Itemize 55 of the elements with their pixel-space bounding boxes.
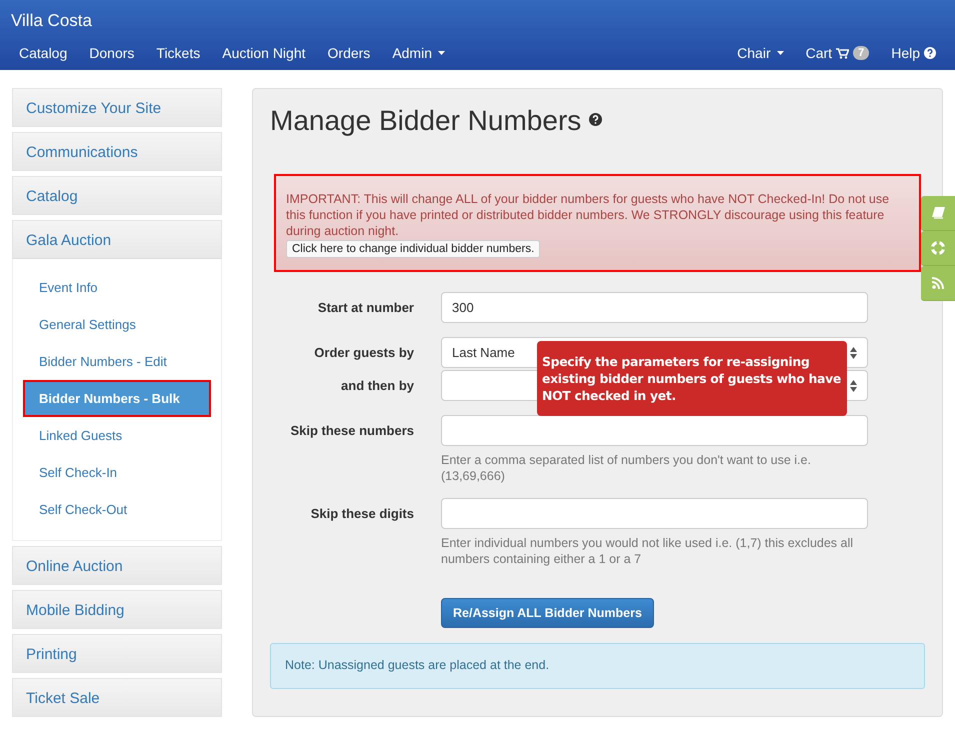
sidebar-item[interactable]: Event Info — [25, 271, 209, 304]
side-tab[interactable] — [921, 231, 955, 266]
nav-link[interactable]: Auction Night — [211, 45, 317, 61]
rss-icon — [932, 277, 944, 289]
change-individual-button[interactable]: Click here to change individual bidder numbers. — [286, 240, 540, 258]
nav-link[interactable]: Tickets — [145, 45, 212, 61]
nav-link[interactable]: Orders — [316, 45, 382, 61]
nav-link[interactable]: Chair — [726, 45, 795, 61]
input-field[interactable] — [441, 498, 868, 529]
page-title: Manage Bidder Numbers — [270, 105, 582, 137]
side-tab[interactable] — [921, 196, 955, 231]
help-text: Enter a comma separated list of numbers you don't want to use i.e. (13,69,666) — [441, 452, 812, 484]
sidebar-item[interactable]: Bidder Numbers - Edit — [25, 345, 209, 378]
input-field[interactable]: 300 — [441, 292, 868, 323]
nav-link[interactable]: Cart 7 — [794, 45, 880, 61]
field-label: Skip these digits — [310, 505, 414, 523]
sidebar-section[interactable]: Gala Auction — [12, 220, 222, 259]
sidebar-section[interactable]: Online Auction — [12, 546, 222, 585]
nav-link[interactable]: Admin — [381, 45, 456, 61]
sidebar-item[interactable]: Linked Guests — [25, 419, 209, 452]
sidebar-item[interactable]: Self Check-Out — [25, 493, 209, 526]
cart-count-badge: 7 — [853, 46, 870, 60]
field-label: Start at number — [316, 299, 414, 317]
lifebuoy-icon — [931, 241, 945, 255]
sidebar-section[interactable]: Customize Your Site — [12, 88, 222, 127]
reassign-button[interactable]: Re/Assign ALL Bidder Numbers — [441, 598, 654, 628]
callout-tooltip: Specify the parameters for re-assigning existing bidder numbers of guests who have NOT checked in yet. — [537, 341, 847, 416]
sidebar-item[interactable]: Bidder Numbers - Bulk — [25, 382, 209, 415]
sidebar-item[interactable]: General Settings — [25, 308, 209, 341]
help-icon — [924, 47, 936, 59]
cart-icon — [836, 48, 850, 58]
side-tab[interactable] — [921, 266, 955, 301]
help-text: Enter individual numbers you would not like used i.e. (1,7) this excludes all numbers containing either a 1 or a 7 — [441, 535, 854, 567]
field-label: Order guests by — [313, 344, 414, 362]
brand-title[interactable]: Villa Costa — [0, 0, 92, 39]
warning-text: IMPORTANT: This will change ALL of your bidder numbers for guests who have NOT Checked-In! Do not use this function if you have printed or distributed bidder numbers. We STRONGLY discourage using this feature during auction night. — [286, 191, 890, 239]
sidebar-section[interactable]: Mobile Bidding — [12, 590, 222, 629]
nav-link[interactable]: Catalog — [8, 45, 78, 61]
spinner-arrows-icon — [850, 346, 857, 358]
sidebar-section[interactable]: Ticket Sale — [12, 678, 222, 717]
caret-icon — [438, 51, 445, 55]
note-alert: Note: Unassigned guests are placed at the end. — [270, 643, 925, 689]
caret-icon — [776, 51, 784, 55]
input-field[interactable] — [441, 415, 868, 446]
help-icon[interactable] — [589, 113, 602, 126]
book-icon — [932, 207, 944, 219]
sidebar-section[interactable]: Printing — [12, 634, 222, 673]
nav-link[interactable]: Help — [880, 45, 947, 61]
sidebar-item[interactable]: Self Check-In — [25, 456, 209, 489]
sidebar-section[interactable]: Communications — [12, 132, 222, 171]
field-label: Skip these numbers — [289, 422, 414, 440]
field-label: and then by — [340, 377, 414, 395]
sidebar-section[interactable]: Catalog — [12, 176, 222, 215]
spinner-arrows-icon — [850, 380, 857, 392]
nav-link[interactable]: Donors — [78, 45, 146, 61]
